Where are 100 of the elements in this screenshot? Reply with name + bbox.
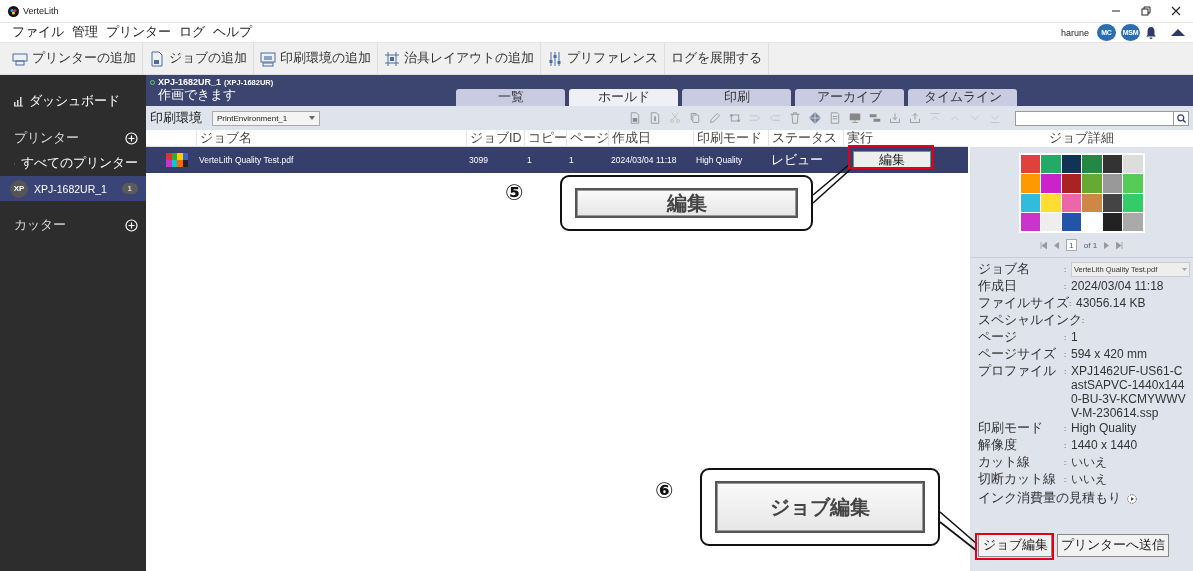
field-label: 解像度 <box>978 438 1018 453</box>
refresh-icon[interactable] <box>729 112 741 124</box>
diamond-grid-icon[interactable] <box>809 112 821 124</box>
menu-item[interactable]: ログ <box>179 24 205 41</box>
grid-icon <box>384 50 400 67</box>
field-value: XPJ1462UF-US61-CastSAPVC-1440x1440-BU-3V-KCMYWWVV-M-230614.ssp <box>1071 364 1187 420</box>
table-cell-text: 2024/03/04 11:18 <box>610 155 678 165</box>
restore-icon[interactable] <box>1141 6 1151 16</box>
sidebar-item[interactable]: ダッシュボード <box>0 89 146 114</box>
collapse-up-icon[interactable] <box>1171 28 1185 37</box>
thumbnail-drawing <box>166 153 188 167</box>
field-label: 切断カット線 <box>978 472 1057 487</box>
printer-name: XPJ-1682UR_1 <box>158 77 222 88</box>
field-separator: : <box>1064 474 1068 486</box>
table-cell-text: VerteLith Quality Test.pdf <box>198 155 295 165</box>
field-label: 作成日 <box>978 279 1018 294</box>
sidebar-item[interactable]: XP XPJ-1682UR_1 1 <box>0 176 146 201</box>
environment-dropdown[interactable]: PrintEnvironment_1 <box>212 110 320 126</box>
filter-label: 印刷環境 <box>150 109 203 127</box>
document-info-icon[interactable] <box>649 112 661 124</box>
tab[interactable]: 一覧 <box>456 89 565 106</box>
upload-icon[interactable] <box>909 112 921 124</box>
field-separator: : <box>1064 457 1068 469</box>
transfer-icon[interactable] <box>869 112 881 124</box>
sliders-icon <box>547 50 563 67</box>
tab[interactable]: アーカイブ <box>795 89 904 106</box>
field-label: ファイルサイズ <box>978 296 1069 311</box>
table-cell-text: 1 <box>526 155 533 165</box>
menu-item[interactable]: 管理 <box>72 24 98 41</box>
sidebar-label: ダッシュボード <box>29 93 120 110</box>
field-value: 1440 x 1440 <box>1071 438 1139 452</box>
scissors-icon[interactable] <box>669 112 681 124</box>
add-icon[interactable] <box>125 219 138 232</box>
panel-button[interactable]: プリンターへ送信 <box>1057 534 1169 557</box>
search-icon <box>1176 113 1186 123</box>
step-number: ⑥ <box>655 480 674 502</box>
field-label: プロファイル <box>978 364 1057 379</box>
toolbar-button[interactable]: 印刷環境の追加 <box>254 43 378 74</box>
field-label: スペシャルインク <box>978 313 1082 328</box>
window-title: VerteLith <box>23 6 59 16</box>
panel-button[interactable]: ジョブ編集 <box>978 534 1052 557</box>
page-field[interactable]: 1 <box>1065 239 1077 251</box>
close-icon[interactable] <box>1171 6 1181 16</box>
callout-label: 編集 <box>575 188 798 218</box>
toolbar-button[interactable]: ログを展開する <box>665 43 769 74</box>
trash-icon[interactable] <box>789 112 801 124</box>
menu-item[interactable]: ファイル <box>12 24 64 41</box>
first-page-icon[interactable] <box>1039 241 1047 249</box>
menu-item[interactable]: プリンター <box>106 24 171 41</box>
section-heading: カッター <box>14 217 66 234</box>
caret-down-icon <box>309 116 315 120</box>
next-page-icon[interactable] <box>1104 241 1110 249</box>
toolbar-button[interactable]: プリファレンス <box>541 43 665 74</box>
menu-item[interactable]: ヘルプ <box>213 24 252 41</box>
field-label: カット線 <box>978 455 1031 470</box>
download-icon[interactable] <box>889 112 901 124</box>
table-row[interactable]: VerteLith Quality Test.pdf 3099 1 1 2024/03/04 11:18 High Quality レビュー 編集 <box>146 147 968 173</box>
toolbar-button[interactable]: ジョブの追加 <box>143 43 254 74</box>
report-icon[interactable] <box>829 112 841 124</box>
previous-page-icon[interactable] <box>1053 241 1059 249</box>
field-separator: : <box>1064 423 1068 435</box>
copy-icon[interactable] <box>689 112 701 124</box>
play-icon[interactable] <box>1127 493 1137 504</box>
count-badge: 1 <box>121 183 138 194</box>
monitor-icon <box>260 50 276 67</box>
sidebar-item[interactable]: すべてのプリンター <box>0 151 146 176</box>
sidebar-label: すべてのプリンター <box>21 155 138 172</box>
section-heading: プリンター <box>14 130 79 147</box>
printer-avatar: XP <box>10 179 28 198</box>
add-icon[interactable] <box>125 132 138 145</box>
field-value: 2024/03/04 11:18 <box>1071 279 1165 293</box>
toolbar-button[interactable]: プリンターの追加 <box>6 43 143 74</box>
tab[interactable]: タイムライン <box>908 89 1017 106</box>
page-count: of 1 <box>1083 240 1098 250</box>
field-value: 43056.14 KB <box>1076 296 1147 310</box>
pencil-icon[interactable] <box>709 112 721 124</box>
user-name: harune <box>1060 27 1089 38</box>
field-value: いいえ <box>1071 472 1108 486</box>
field-separator: : <box>1064 440 1068 452</box>
last-page-icon[interactable] <box>1116 241 1124 249</box>
tab[interactable]: ホールド <box>569 89 678 106</box>
field-separator: : <box>1064 264 1068 276</box>
document-icon[interactable] <box>629 112 641 124</box>
app-logo-icon <box>8 5 19 17</box>
tab[interactable]: 印刷 <box>682 89 791 106</box>
table-cell-text: High Quality <box>695 155 744 165</box>
table-cell-text: レビュー <box>770 151 824 169</box>
field-value: 1 <box>1071 330 1079 344</box>
sidebar-label: XPJ-1682UR_1 <box>34 182 107 195</box>
bell-icon[interactable] <box>1145 26 1157 39</box>
field-separator: : <box>1064 281 1068 293</box>
field-value: High Quality <box>1071 421 1138 435</box>
field-label: ページ <box>978 330 1018 345</box>
search-field[interactable] <box>1015 110 1189 126</box>
monitor-icon[interactable] <box>849 112 861 124</box>
field-value: 594 x 420 mm <box>1071 347 1149 361</box>
toolbar-button[interactable]: 治具レイアウトの追加 <box>378 43 541 74</box>
field-label: ページサイズ <box>978 347 1057 362</box>
printer-icon <box>12 50 28 67</box>
callout-label: ジョブ編集 <box>715 481 925 533</box>
